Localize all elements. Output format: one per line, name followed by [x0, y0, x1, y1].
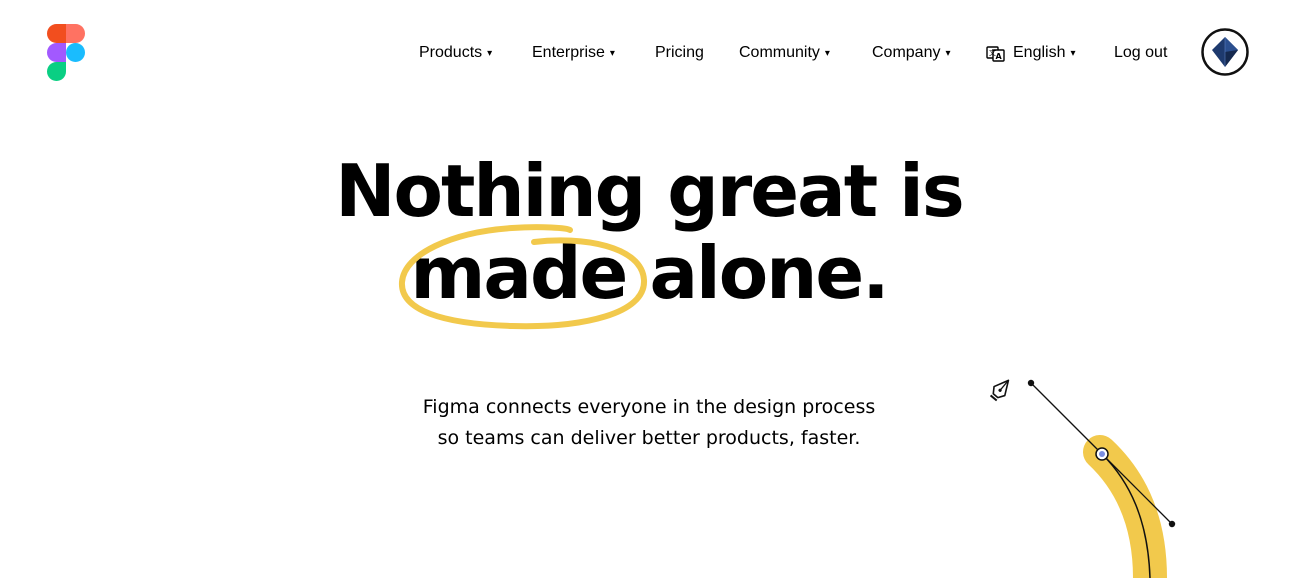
nav-pricing-label: Pricing [655, 44, 704, 61]
user-avatar-icon[interactable] [1201, 28, 1249, 76]
hero-headline: Nothing great is made alone. [0, 150, 1298, 314]
chevron-down-icon: ▾ [945, 48, 951, 59]
logout-label: Log out [1114, 44, 1168, 61]
headline-line-2: made alone. [410, 231, 889, 315]
chevron-down-icon: ▾ [609, 48, 615, 59]
nav-company-label: Company [872, 44, 941, 61]
nav-enterprise[interactable]: Enterprise ▾ [532, 41, 615, 65]
chevron-down-icon: ▾ [487, 48, 493, 59]
main-nav: Products ▾ Enterprise ▾ Pricing Community ▾… [0, 0, 1298, 106]
nav-community[interactable]: Community ▾ [739, 41, 830, 65]
nav-language[interactable]: English ▾ [1013, 41, 1076, 65]
nav-language-label: English [1013, 44, 1066, 61]
subtitle-line-1: Figma connects everyone in the design pr… [422, 396, 876, 418]
nav-products-label: Products [419, 44, 483, 61]
headline-line-1: Nothing great is [335, 149, 964, 233]
translate-icon[interactable]: 文 A [986, 44, 1005, 63]
nav-company[interactable]: Company ▾ [872, 41, 951, 65]
logout-button[interactable]: Log out [1114, 41, 1167, 65]
nav-community-label: Community [739, 44, 820, 61]
chevron-down-icon: ▾ [824, 48, 830, 59]
svg-text:A: A [996, 52, 1003, 61]
nav-pricing[interactable]: Pricing [655, 41, 704, 65]
nav-enterprise-label: Enterprise [532, 44, 605, 61]
subtitle-line-2: so teams can deliver better products, fa… [437, 427, 861, 449]
hero-subtitle: Figma connects everyone in the design pr… [0, 392, 1298, 454]
chevron-down-icon: ▾ [1070, 48, 1076, 59]
nav-products[interactable]: Products ▾ [419, 41, 492, 65]
